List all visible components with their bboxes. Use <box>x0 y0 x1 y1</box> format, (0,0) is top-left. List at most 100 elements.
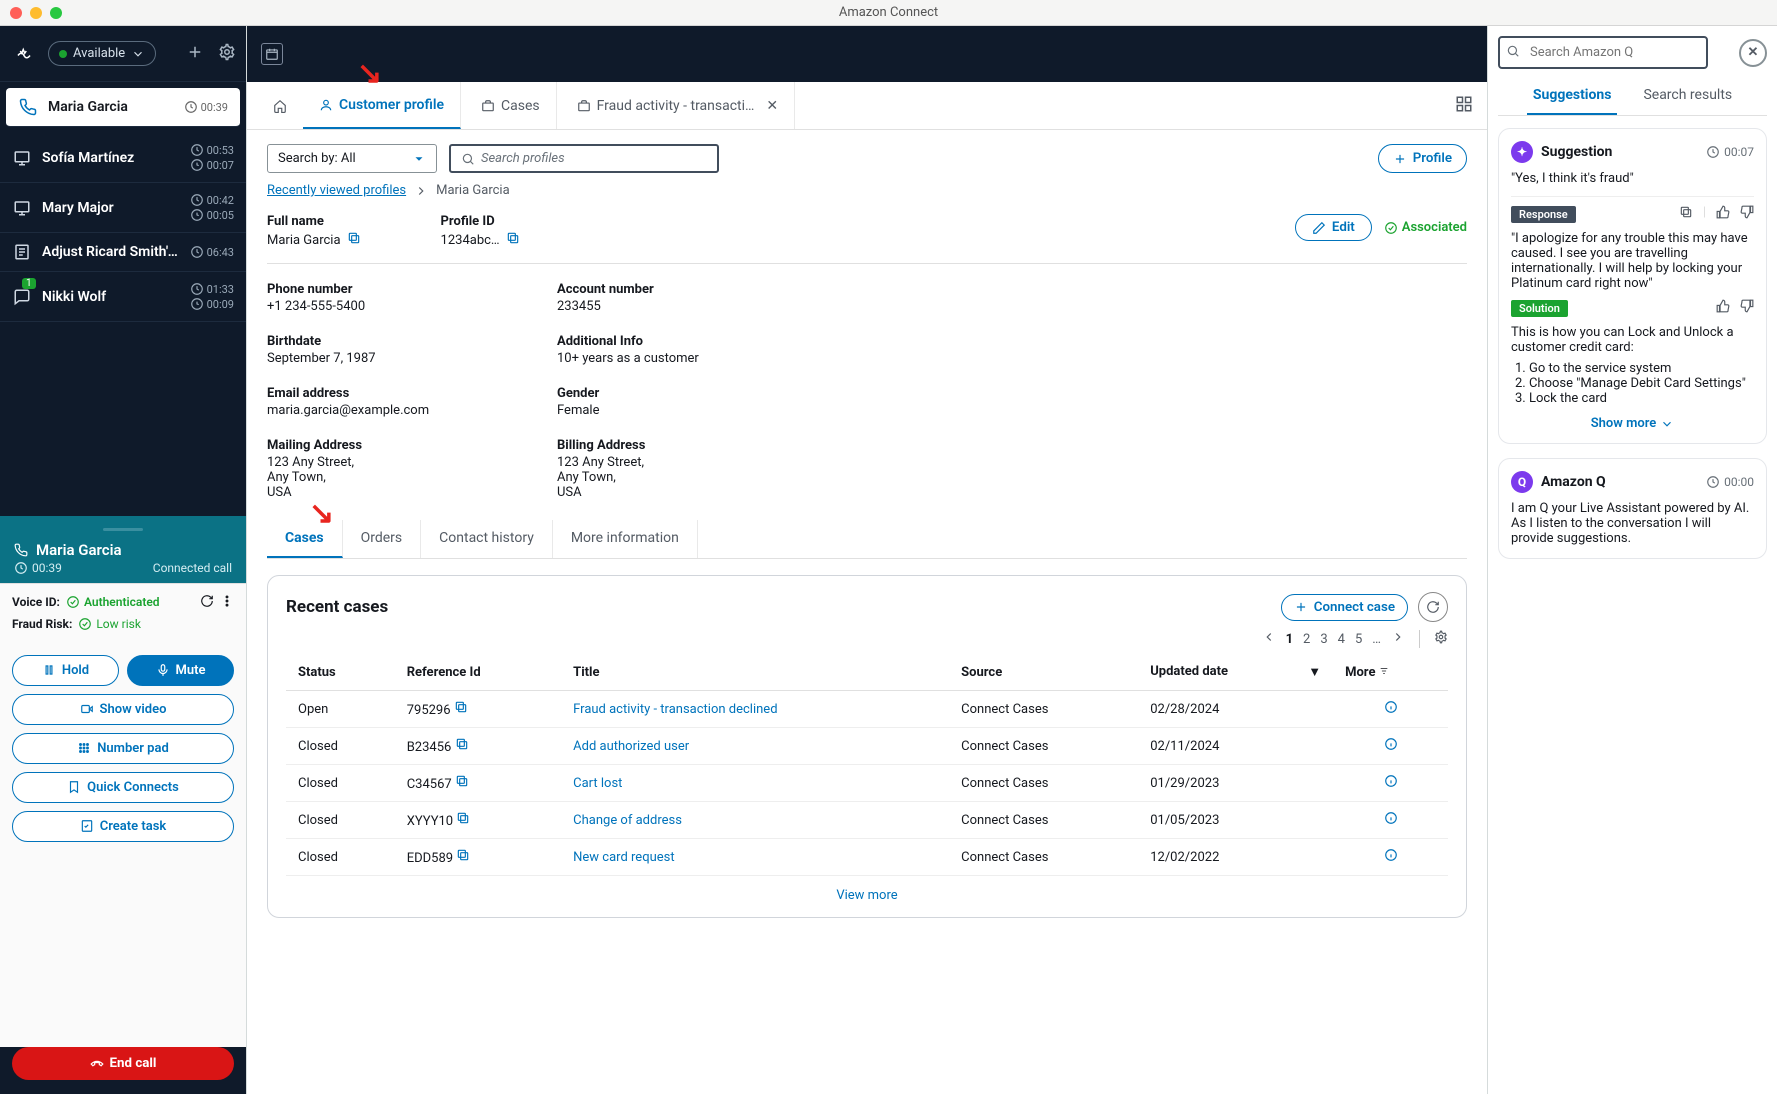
case-source: Connect Cases <box>949 802 1138 839</box>
page-2[interactable]: 2 <box>1303 632 1310 647</box>
subtab-cases[interactable]: Cases <box>267 520 343 558</box>
case-title-link[interactable]: Add authorized user <box>573 739 689 754</box>
search-by-dropdown[interactable]: Search by: All <box>267 144 437 173</box>
contact-item[interactable]: Sofía Martínez 00:5300:07 <box>0 133 246 183</box>
mute-button[interactable]: Mute <box>127 655 234 686</box>
thumbs-down-icon[interactable] <box>1740 299 1754 317</box>
window-zoom[interactable] <box>50 7 62 19</box>
tab-close-icon[interactable]: ✕ <box>766 98 778 114</box>
q-tab-suggestions[interactable]: Suggestions <box>1527 77 1618 115</box>
table-settings-icon[interactable] <box>1434 630 1448 648</box>
contact-item[interactable]: 1 Nikki Wolf 01:3300:09 <box>0 272 246 322</box>
info-icon[interactable] <box>1384 737 1398 755</box>
copy-icon[interactable] <box>347 231 361 249</box>
case-title-link[interactable]: Cart lost <box>573 776 622 791</box>
briefcase-icon <box>577 99 591 113</box>
table-row[interactable]: Closed XYYY10 Change of address Connect … <box>286 802 1448 839</box>
copy-icon[interactable] <box>455 777 469 792</box>
copy-icon[interactable] <box>455 740 469 755</box>
show-video-button[interactable]: Show video <box>12 694 234 725</box>
tab-home[interactable] <box>261 82 299 129</box>
search-profiles-input[interactable]: Search profiles <box>449 144 719 173</box>
end-call-button[interactable]: End call <box>12 1047 234 1080</box>
drag-handle[interactable] <box>103 528 143 531</box>
page-4[interactable]: 4 <box>1338 632 1345 647</box>
agent-status-dropdown[interactable]: Available <box>48 41 156 66</box>
info-icon[interactable] <box>1384 811 1398 829</box>
subtab-contact-history[interactable]: Contact history <box>421 520 553 558</box>
solution-intro: This is how you can Lock and Unlock a cu… <box>1511 325 1754 355</box>
page-3[interactable]: 3 <box>1320 632 1327 647</box>
case-title-link[interactable]: Fraud activity - transaction declined <box>573 702 777 717</box>
add-icon[interactable] <box>186 43 204 65</box>
table-row[interactable]: Closed C34567 Cart lost Connect Cases 01… <box>286 765 1448 802</box>
col-more[interactable]: More <box>1333 654 1448 691</box>
refresh-icon[interactable] <box>200 594 214 611</box>
table-row[interactable]: Open 795296 Fraud activity - transaction… <box>286 691 1448 728</box>
tab-customer-profile[interactable]: Customer profile <box>303 82 461 129</box>
table-row[interactable]: Closed EDD589 New card request Connect C… <box>286 839 1448 876</box>
quick-connects-button[interactable]: Quick Connects <box>12 772 234 803</box>
page-5[interactable]: 5 <box>1355 632 1362 647</box>
col-source[interactable]: Source <box>949 654 1138 691</box>
col-reference[interactable]: Reference Id <box>395 654 561 691</box>
page-1[interactable]: 1 <box>1286 632 1293 647</box>
contact-list: Maria Garcia 00:39 Sofía Martínez 00:530… <box>0 82 246 322</box>
q-tab-search-results[interactable]: Search results <box>1637 77 1738 115</box>
show-more-link[interactable]: Show more <box>1511 416 1754 431</box>
window-minimize[interactable] <box>30 7 42 19</box>
col-title[interactable]: Title <box>561 654 949 691</box>
settings-icon[interactable] <box>218 43 236 65</box>
thumbs-up-icon[interactable] <box>1716 299 1730 317</box>
case-title-link[interactable]: New card request <box>573 850 674 865</box>
recent-cases-panel: Recent cases Connect case 1 2 3 4 5 … <box>267 575 1467 918</box>
voice-id-label: Voice ID: <box>12 595 60 609</box>
page-next[interactable] <box>1391 630 1405 648</box>
more-menu-icon[interactable] <box>220 594 234 611</box>
number-pad-button[interactable]: Number pad <box>12 733 234 764</box>
connect-case-button[interactable]: Connect case <box>1281 594 1408 621</box>
copy-icon[interactable] <box>1679 205 1693 223</box>
task-icon <box>12 243 32 261</box>
calendar-icon[interactable] <box>261 43 283 65</box>
call-caller-name: Maria Garcia <box>36 541 122 559</box>
view-more-link[interactable]: View more <box>286 876 1448 907</box>
subtab-more-info[interactable]: More information <box>553 520 698 558</box>
info-icon[interactable] <box>1384 848 1398 866</box>
case-updated: 01/05/2023 <box>1138 802 1333 839</box>
suggestion-title: Suggestion <box>1541 144 1612 160</box>
create-task-button[interactable]: Create task <box>12 811 234 842</box>
tab-cases[interactable]: Cases <box>465 82 557 129</box>
thumbs-down-icon[interactable] <box>1740 205 1754 223</box>
col-status[interactable]: Status <box>286 654 395 691</box>
copy-icon[interactable] <box>454 703 468 718</box>
breadcrumb-link[interactable]: Recently viewed profiles <box>267 183 406 198</box>
thumbs-up-icon[interactable] <box>1716 205 1730 223</box>
close-panel-button[interactable]: ✕ <box>1739 39 1767 67</box>
copy-icon[interactable] <box>456 814 470 829</box>
subtab-orders[interactable]: Orders <box>343 520 422 558</box>
amazon-q-search-input[interactable] <box>1498 36 1708 69</box>
widgets-icon[interactable] <box>1455 95 1473 117</box>
contact-item[interactable]: Adjust Ricard Smith's p… 06:43 <box>0 233 246 272</box>
new-profile-button[interactable]: Profile <box>1378 144 1467 173</box>
info-icon[interactable] <box>1384 700 1398 718</box>
info-icon[interactable] <box>1384 774 1398 792</box>
case-title-link[interactable]: Change of address <box>573 813 682 828</box>
edit-profile-button[interactable]: Edit <box>1295 214 1372 241</box>
page-more[interactable]: … <box>1372 632 1381 647</box>
window-close[interactable] <box>10 7 22 19</box>
hold-button[interactable]: Hold <box>12 655 119 686</box>
suggestion-badge-icon: ✦ <box>1511 141 1533 163</box>
contact-item[interactable]: Mary Major 00:4200:05 <box>0 183 246 233</box>
clock-icon <box>14 561 28 575</box>
col-updated[interactable]: Updated date ▼ <box>1138 654 1333 691</box>
tab-fraud-activity[interactable]: Fraud activity - transacti…✕ <box>561 82 796 129</box>
fraud-risk-label: Fraud Risk: <box>12 617 72 631</box>
copy-icon[interactable] <box>506 231 520 249</box>
refresh-button[interactable] <box>1418 592 1448 622</box>
table-row[interactable]: Closed B23456 Add authorized user Connec… <box>286 728 1448 765</box>
page-prev[interactable] <box>1262 630 1276 648</box>
copy-icon[interactable] <box>456 851 470 866</box>
contact-item[interactable]: Maria Garcia 00:39 <box>6 88 240 127</box>
